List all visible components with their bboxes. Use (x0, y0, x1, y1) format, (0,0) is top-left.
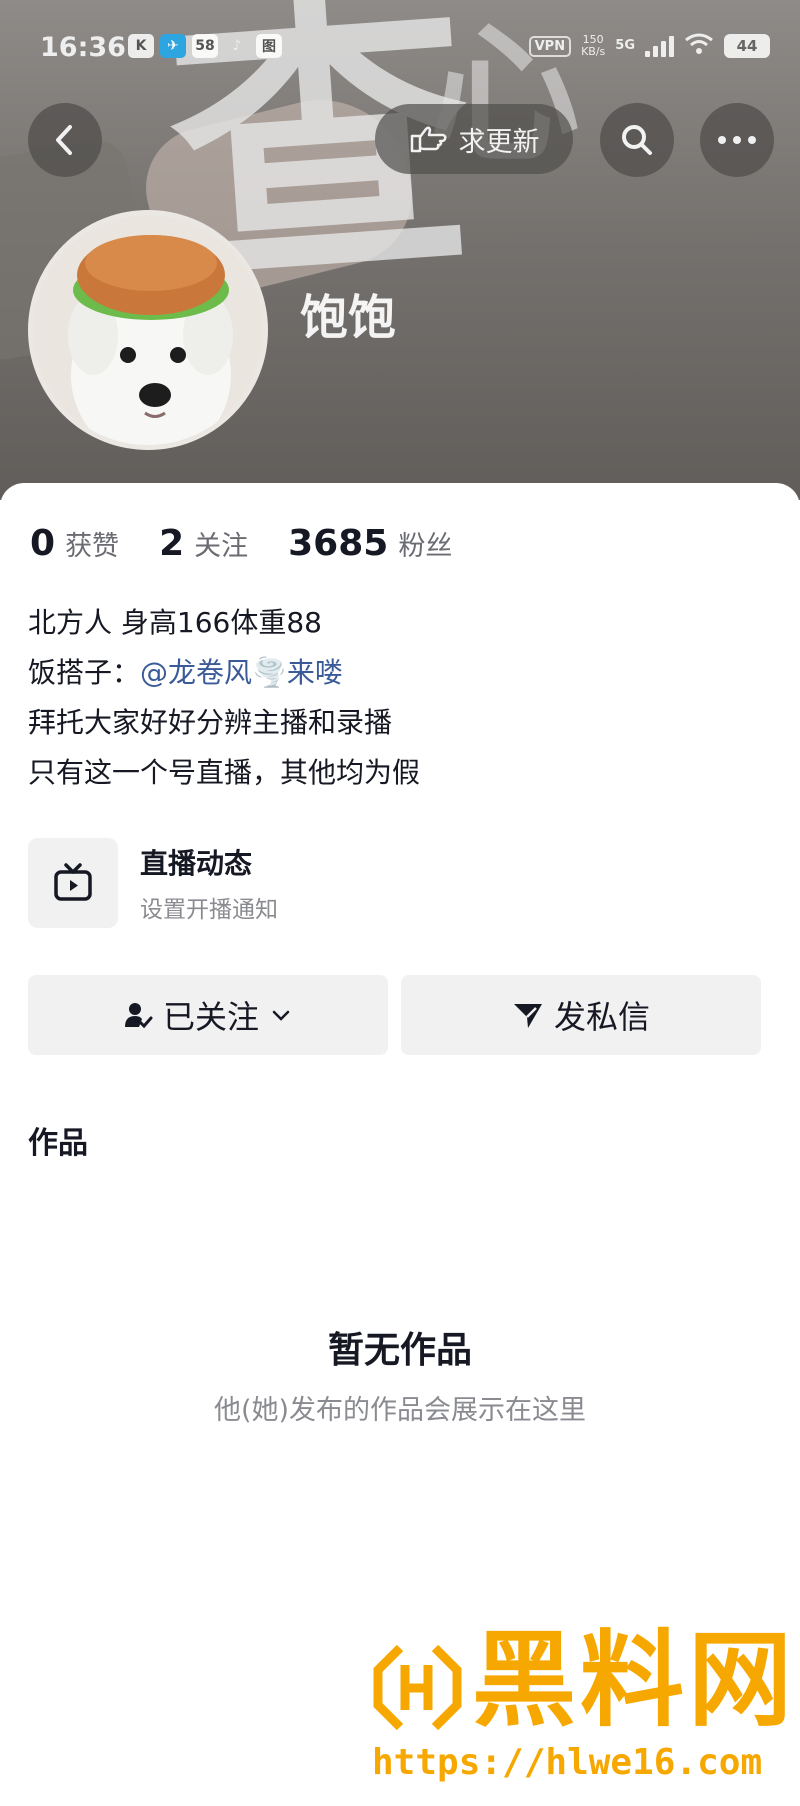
live-updates-entry[interactable]: 直播动态 设置开播通知 (28, 838, 708, 928)
status-bar: 16:36 K ✈ 58 ♪ 图 VPN 150 KB/s 5G 44 (0, 24, 800, 68)
send-message-button[interactable]: 发私信 (401, 975, 761, 1055)
live-text: 直播动态 设置开播通知 (140, 842, 278, 924)
avatar[interactable] (28, 210, 268, 450)
stat-likes-value: 0 (30, 523, 56, 564)
stats-row: 0 获赞 2 关注 3685 粉丝 (30, 523, 492, 564)
status-app-icons: K ✈ 58 ♪ 图 (128, 34, 282, 58)
status-time: 16:36 (40, 32, 126, 63)
request-update-label: 求更新 (458, 126, 540, 158)
profile-nickname: 饱饱 (300, 290, 397, 346)
network-speed-unit: KB/s (581, 45, 606, 58)
back-button[interactable] (28, 103, 102, 177)
wifi-icon (684, 32, 714, 60)
request-update-button[interactable]: 求更新 (375, 104, 573, 174)
bio-mention-link[interactable]: @龙卷风🌪️来喽 (140, 656, 343, 689)
live-icon-box (28, 838, 118, 928)
stat-likes[interactable]: 0 获赞 (30, 523, 119, 564)
stat-following[interactable]: 2 关注 (159, 523, 248, 564)
stat-followers-value: 3685 (288, 523, 389, 564)
watermark-url: https://hlwe16.com (372, 1742, 763, 1783)
empty-state-subtitle: 他(她)发布的作品会展示在这里 (213, 1395, 587, 1426)
status-indicators: VPN 150 KB/s 5G 44 (528, 32, 770, 60)
app-58-icon: 58 (192, 34, 218, 58)
bio-line: 拜托大家好好分辨主播和录播 (28, 706, 393, 739)
watermark-brand: 黑料网 (472, 1619, 797, 1741)
tab-works[interactable]: 作品 (28, 1118, 88, 1162)
more-button[interactable] (700, 103, 774, 177)
profile-bio: 北方人 身高166体重88 饭搭子：@龙卷风🌪️来喽 拜托大家好好分辨主播和录播… (28, 598, 420, 798)
app-telegram-icon: ✈ (160, 34, 186, 58)
followed-label: 已关注 (162, 998, 259, 1036)
live-title: 直播动态 (140, 847, 253, 880)
send-message-label: 发私信 (553, 998, 650, 1036)
bio-line: 饭搭子：@龙卷风🌪️来喽 (28, 648, 420, 698)
followed-button[interactable]: 已关注 (28, 975, 388, 1055)
hand-point-icon (410, 126, 446, 153)
network-type: 5G (615, 38, 635, 53)
send-arrow-icon (513, 1004, 542, 1028)
search-icon (622, 125, 652, 155)
vpn-badge: VPN (528, 35, 572, 57)
more-dot-icon (748, 136, 756, 144)
tv-icon (54, 863, 92, 901)
profile-card: 0 获赞 2 关注 3685 粉丝 北方人 身高166体重88 饭搭子：@龙卷风… (0, 483, 800, 1806)
chevron-left-icon (56, 125, 72, 155)
user-check-icon (124, 1003, 153, 1029)
app-image-icon: 图 (256, 34, 282, 58)
more-dot-icon (733, 136, 741, 144)
stat-following-value: 2 (159, 523, 185, 564)
more-dot-icon (718, 136, 726, 144)
app-k-icon: K (128, 34, 154, 58)
watermark-logo-icon (373, 1644, 462, 1731)
battery-icon: 44 (724, 34, 770, 58)
dog-with-burger-hat-avatar (33, 215, 263, 445)
bio-line-prefix: 饭搭子： (28, 656, 141, 689)
stat-followers[interactable]: 3685 粉丝 (288, 523, 452, 564)
bio-line: 只有这一个号直播，其他均为假 (28, 756, 421, 789)
network-speed: 150 KB/s (581, 34, 605, 58)
stat-followers-label: 粉丝 (398, 531, 453, 562)
bio-line: 北方人 身高166体重88 (28, 606, 322, 639)
live-subtitle: 设置开播通知 (140, 897, 278, 923)
app-tiktok-icon: ♪ (232, 38, 242, 54)
stat-likes-label: 获赞 (65, 531, 120, 562)
empty-state-title: 暂无作品 (327, 1330, 472, 1371)
search-button[interactable] (600, 103, 674, 177)
chevron-down-icon (272, 1010, 290, 1021)
stat-following-label: 关注 (194, 531, 249, 562)
signal-icon (645, 35, 674, 57)
